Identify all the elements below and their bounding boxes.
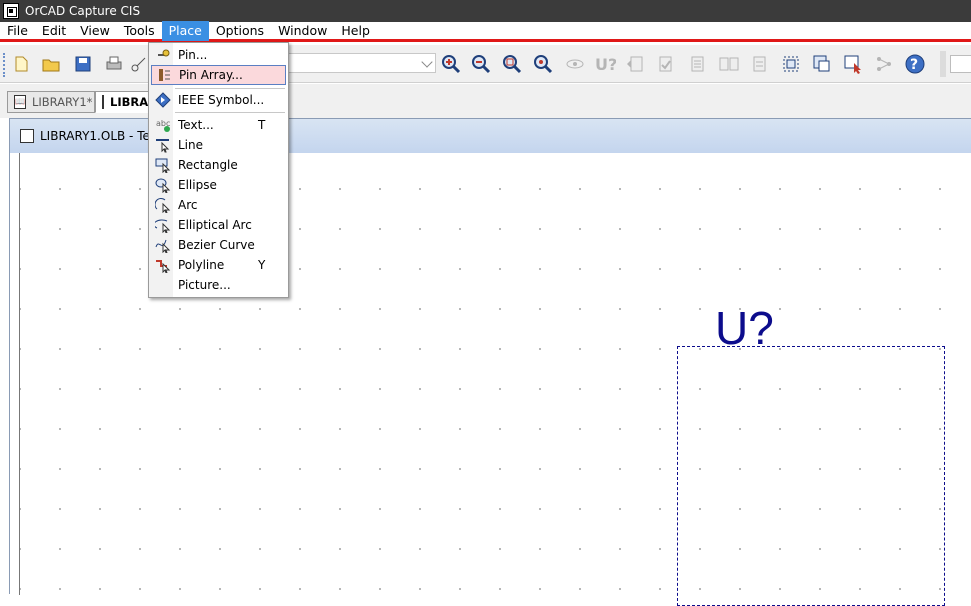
menu-item-polyline[interactable]: Polyline Y xyxy=(151,255,286,275)
menu-item-shortcut: Y xyxy=(258,258,266,272)
menu-help[interactable]: Help xyxy=(334,21,377,41)
rectangle-icon xyxy=(155,157,171,173)
ellipse-icon xyxy=(155,177,171,193)
menu-tools[interactable]: Tools xyxy=(117,21,162,41)
menu-item-label: Pin... xyxy=(178,48,208,62)
netlist-icon[interactable] xyxy=(687,53,709,75)
menu-item-label: Arc xyxy=(178,198,198,212)
ieee-symbol-icon xyxy=(155,92,171,108)
menu-view[interactable]: View xyxy=(73,21,117,41)
menu-item-ellipse[interactable]: Ellipse xyxy=(151,175,286,195)
text-icon: abc xyxy=(155,117,171,133)
menu-item-label: Text... xyxy=(178,118,214,132)
menu-separator xyxy=(175,112,285,113)
document-tabstrip: 📖 LIBRARY1* LIBRA xyxy=(0,84,971,118)
menu-item-bezier-curve[interactable]: Bezier Curve xyxy=(151,235,286,255)
print-icon[interactable] xyxy=(103,53,125,75)
pin-array-icon xyxy=(156,67,172,83)
place-menu-dropdown: Pin... Pin Array... IEEE Symbol... abc T… xyxy=(148,42,289,298)
document-title: LIBRARY1.OLB - Test xyxy=(40,129,161,143)
svg-text:?: ? xyxy=(910,57,918,73)
menu-item-label: Ellipse xyxy=(178,178,217,192)
save-icon[interactable] xyxy=(72,53,94,75)
menu-item-label: Pin Array... xyxy=(179,68,243,82)
window-title: OrCAD Capture CIS xyxy=(25,4,141,18)
elliptical-arc-icon xyxy=(155,217,171,233)
menu-item-label: Picture... xyxy=(178,278,231,292)
new-file-icon[interactable] xyxy=(10,53,32,75)
menu-item-text[interactable]: abc Text... T xyxy=(151,115,286,135)
zoom-all-icon[interactable] xyxy=(532,53,554,75)
bezier-curve-icon xyxy=(155,237,171,253)
menu-item-line[interactable]: Line xyxy=(151,135,286,155)
zoom-in-icon[interactable] xyxy=(440,53,462,75)
cross-reference-icon[interactable] xyxy=(718,53,740,75)
toolbar: U? ? xyxy=(0,45,971,83)
menu-item-pin[interactable]: Pin... xyxy=(151,45,286,65)
menu-options[interactable]: Options xyxy=(209,21,271,41)
menu-item-label: IEEE Symbol... xyxy=(178,93,265,107)
part-editor-icon xyxy=(20,129,34,143)
back-annotate-icon[interactable] xyxy=(624,53,646,75)
menu-item-label: Polyline xyxy=(178,258,225,272)
menu-separator xyxy=(175,88,285,89)
pin-icon xyxy=(155,47,171,63)
library-icon: 📖 xyxy=(14,95,26,109)
svg-text:U?: U? xyxy=(595,55,616,73)
menu-item-label: Elliptical Arc xyxy=(178,218,252,232)
drag-connected-icon[interactable] xyxy=(842,53,864,75)
picture-icon xyxy=(155,277,171,293)
design-rules-check-icon[interactable] xyxy=(655,53,677,75)
annotate-icon[interactable]: U? xyxy=(594,53,616,75)
tab-library1[interactable]: 📖 LIBRARY1* xyxy=(7,91,95,113)
toolbar-separator xyxy=(940,51,946,77)
menu-item-label: Bezier Curve xyxy=(178,238,255,252)
tab-label: LIBRARY1* xyxy=(31,95,93,109)
tab-part-editor[interactable]: LIBRA xyxy=(95,91,155,113)
part-body-outline[interactable] xyxy=(677,346,945,606)
menu-item-label: Rectangle xyxy=(178,158,238,172)
menu-window[interactable]: Window xyxy=(271,21,334,41)
toolbar-grip[interactable] xyxy=(3,53,7,77)
zoom-area-icon[interactable] xyxy=(501,53,523,75)
zoom-out-icon[interactable] xyxy=(470,53,492,75)
menu-item-pin-array[interactable]: Pin Array... xyxy=(151,65,286,85)
area-select-icon[interactable] xyxy=(811,53,833,75)
menu-item-elliptical-arc[interactable]: Elliptical Arc xyxy=(151,215,286,235)
snap-to-grid-icon[interactable] xyxy=(780,53,802,75)
help-icon[interactable]: ? xyxy=(904,53,926,75)
open-folder-icon[interactable] xyxy=(40,53,62,75)
arc-icon xyxy=(155,197,171,213)
title-bar: OrCAD Capture CIS xyxy=(0,0,971,22)
tab-label: LIBRA xyxy=(110,95,149,109)
app-icon xyxy=(3,3,19,19)
toolbar-overflow-box[interactable] xyxy=(950,55,971,73)
menu-item-shortcut: T xyxy=(258,118,266,132)
part-selector-combo[interactable] xyxy=(288,53,436,73)
menu-item-arc[interactable]: Arc xyxy=(151,195,286,215)
menu-edit[interactable]: Edit xyxy=(35,21,73,41)
menu-file[interactable]: File xyxy=(0,21,35,41)
menu-place[interactable]: Place xyxy=(161,20,209,41)
menu-item-label: Line xyxy=(178,138,204,152)
cut-icon[interactable] xyxy=(128,53,150,75)
menu-bar: File Edit View Tools Place Options Windo… xyxy=(0,20,971,42)
part-editor-icon xyxy=(102,95,104,109)
chevron-down-icon xyxy=(421,56,433,68)
menu-item-ieee-symbol[interactable]: IEEE Symbol... xyxy=(151,90,286,110)
bill-of-materials-icon[interactable] xyxy=(749,53,771,75)
menu-item-picture[interactable]: Picture... xyxy=(151,275,286,295)
project-manager-icon[interactable] xyxy=(873,53,895,75)
eye-icon[interactable] xyxy=(564,53,586,75)
menu-item-rectangle[interactable]: Rectangle xyxy=(151,155,286,175)
polyline-icon xyxy=(155,257,171,273)
line-icon xyxy=(155,137,171,153)
